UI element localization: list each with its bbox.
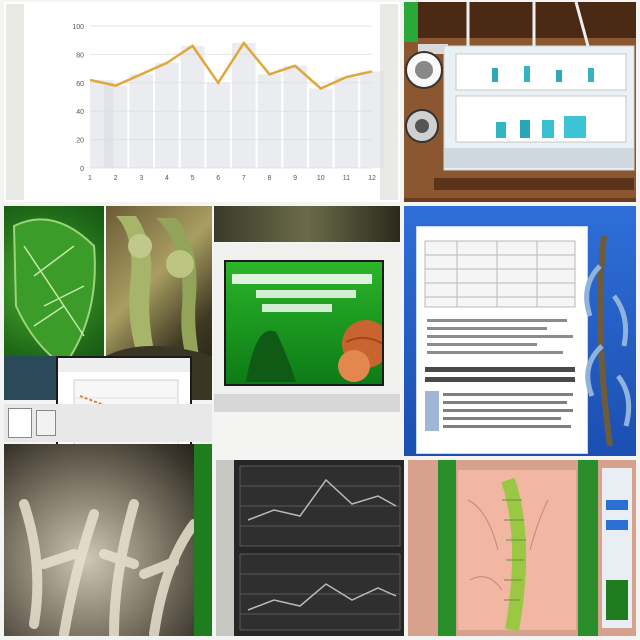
area-column — [334, 77, 359, 168]
x-tick-label: 4 — [165, 175, 169, 182]
blue-document-panel — [404, 206, 636, 456]
plug-icon — [8, 408, 32, 438]
document-page — [416, 226, 588, 454]
x-tick-label: 12 — [368, 175, 376, 182]
y-tick-label: 80 — [76, 52, 84, 59]
slide-artwork — [232, 274, 382, 382]
coral-photo — [4, 444, 212, 636]
document-table — [424, 240, 576, 431]
green-frame-left — [438, 460, 456, 636]
dashboard-charts — [239, 465, 401, 631]
x-tick-label: 7 — [242, 175, 246, 182]
plug-icon — [36, 410, 56, 436]
x-tick-label: 2 — [114, 175, 118, 182]
x-tick-label: 11 — [343, 175, 350, 182]
area-column — [283, 65, 307, 168]
slide-toolbar — [214, 394, 400, 412]
area-column — [257, 74, 282, 168]
area-column — [180, 45, 205, 168]
coral-icon — [19, 444, 212, 636]
area-column — [206, 82, 230, 168]
y-tick-label: 100 — [72, 24, 84, 31]
line-chart-panel: 1 2 3 4 5 6 7 8 9 10 11 12 0 20 40 60 80 100 — [4, 2, 400, 202]
area-column — [308, 88, 333, 168]
microscope-icon — [404, 2, 636, 198]
x-tick-label: 9 — [293, 175, 297, 182]
x-tick-label: 5 — [191, 175, 195, 182]
green-frame-right — [578, 460, 598, 636]
green-slide — [224, 260, 384, 386]
area-column — [155, 62, 179, 168]
y-tick-label: 40 — [76, 109, 84, 116]
area-column — [129, 74, 154, 168]
moss-photo-strip — [214, 206, 400, 242]
lab-equipment-photo — [404, 2, 636, 202]
x-tick-label: 10 — [317, 175, 325, 182]
dark-dashboard — [216, 460, 404, 636]
connector-strip — [4, 404, 212, 442]
area-column — [103, 85, 128, 168]
x-tick-label: 1 — [88, 175, 92, 182]
x-tick-label: 6 — [216, 175, 220, 182]
y-tick-label: 20 — [76, 138, 84, 145]
x-tick-label: 3 — [139, 175, 143, 182]
area-column — [232, 43, 256, 168]
presentation-frame — [214, 244, 400, 412]
microscopy-panel — [408, 460, 636, 636]
line-chart: 1 2 3 4 5 6 7 8 9 10 11 12 020406080100 — [4, 2, 400, 202]
y-tick-label: 60 — [76, 81, 84, 88]
x-tick-label: 8 — [268, 175, 272, 182]
area-column — [360, 71, 384, 168]
y-tick-label: 0 — [80, 166, 84, 173]
